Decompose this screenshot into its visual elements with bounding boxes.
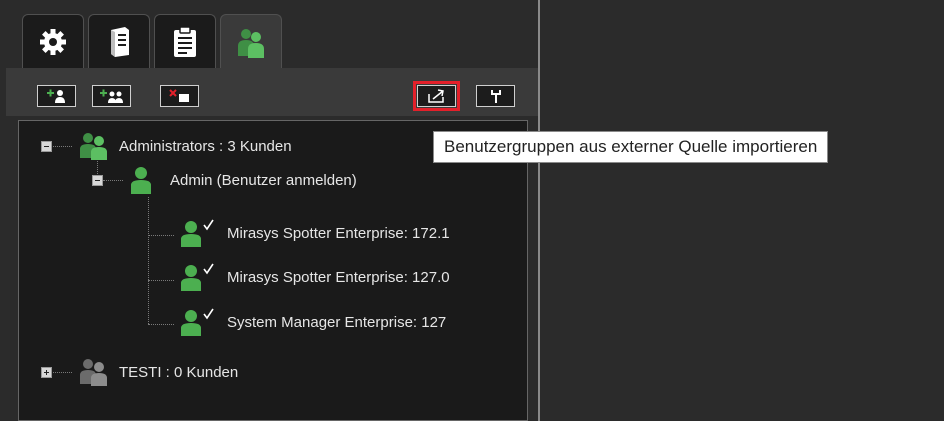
user-group-icon (238, 28, 264, 58)
tab-logs[interactable] (154, 14, 216, 68)
import-icon (427, 89, 444, 103)
tab-settings[interactable] (22, 14, 84, 68)
tree-connector (148, 324, 174, 325)
tree-node-label: Mirasys Spotter Enterprise: 127.0 (227, 268, 450, 286)
tab-bar (0, 0, 538, 68)
tree-connector (148, 280, 174, 281)
add-user-icon (46, 89, 65, 103)
tree-node-label: Mirasys Spotter Enterprise: 172.1 (227, 224, 450, 242)
tree-node-label: Admin (Benutzer anmelden) (170, 171, 357, 189)
expand-toggle[interactable] (41, 367, 52, 378)
remove-user-icon (168, 89, 189, 102)
tree-node-client[interactable]: System Manager Enterprise: 127 (179, 308, 447, 336)
import-groups-button[interactable] (413, 81, 460, 111)
tab-users[interactable] (220, 14, 282, 68)
left-panel: Administrators : 3 Kunden Admin (Benutze… (0, 0, 538, 421)
collapse-toggle[interactable] (41, 141, 52, 152)
tree-node-admin[interactable]: Admin (Benutzer anmelden) (129, 167, 357, 194)
user-management-window: Administrators : 3 Kunden Admin (Benutze… (0, 0, 944, 421)
user-tree: Administrators : 3 Kunden Admin (Benutze… (18, 120, 528, 421)
tree-connector (103, 180, 123, 181)
tree-node-label: Administrators : 3 Kunden (119, 137, 292, 155)
tree-node-label: System Manager Enterprise: 127 (227, 313, 447, 331)
tree-connector (50, 372, 72, 373)
tree-connector (50, 146, 72, 147)
tree-connector (97, 158, 98, 176)
user-check-icon (181, 219, 214, 247)
user-group-icon (80, 133, 107, 160)
toolbar (6, 68, 538, 116)
user-check-icon (181, 308, 214, 336)
add-group-button[interactable] (92, 85, 131, 107)
tree-node-client[interactable]: Mirasys Spotter Enterprise: 127.0 (179, 263, 450, 291)
user-group-gray-icon (80, 359, 107, 386)
tree-connector (148, 197, 149, 324)
remove-user-button[interactable] (160, 85, 199, 107)
user-icon (131, 167, 151, 194)
gear-icon (40, 28, 66, 55)
tree-node-administrators[interactable]: Administrators : 3 Kunden (77, 133, 292, 160)
tree-node-testi[interactable]: TESTI : 0 Kunden (77, 359, 239, 386)
tree-connector (148, 235, 174, 236)
tab-servers[interactable] (88, 14, 150, 68)
tree-node-label: TESTI : 0 Kunden (119, 363, 239, 381)
user-check-icon (181, 263, 214, 291)
add-group-icon (99, 89, 123, 103)
tree-node-client[interactable]: Mirasys Spotter Enterprise: 172.1 (179, 219, 450, 247)
wrench-icon (490, 90, 501, 103)
right-panel (540, 0, 944, 421)
clipboard-icon (174, 25, 196, 57)
tooltip: Benutzergruppen aus externer Quelle impo… (433, 131, 829, 163)
server-icon (111, 26, 129, 57)
collapse-toggle[interactable] (92, 175, 103, 186)
add-user-button[interactable] (37, 85, 76, 107)
settings-tool-button[interactable] (476, 85, 515, 107)
